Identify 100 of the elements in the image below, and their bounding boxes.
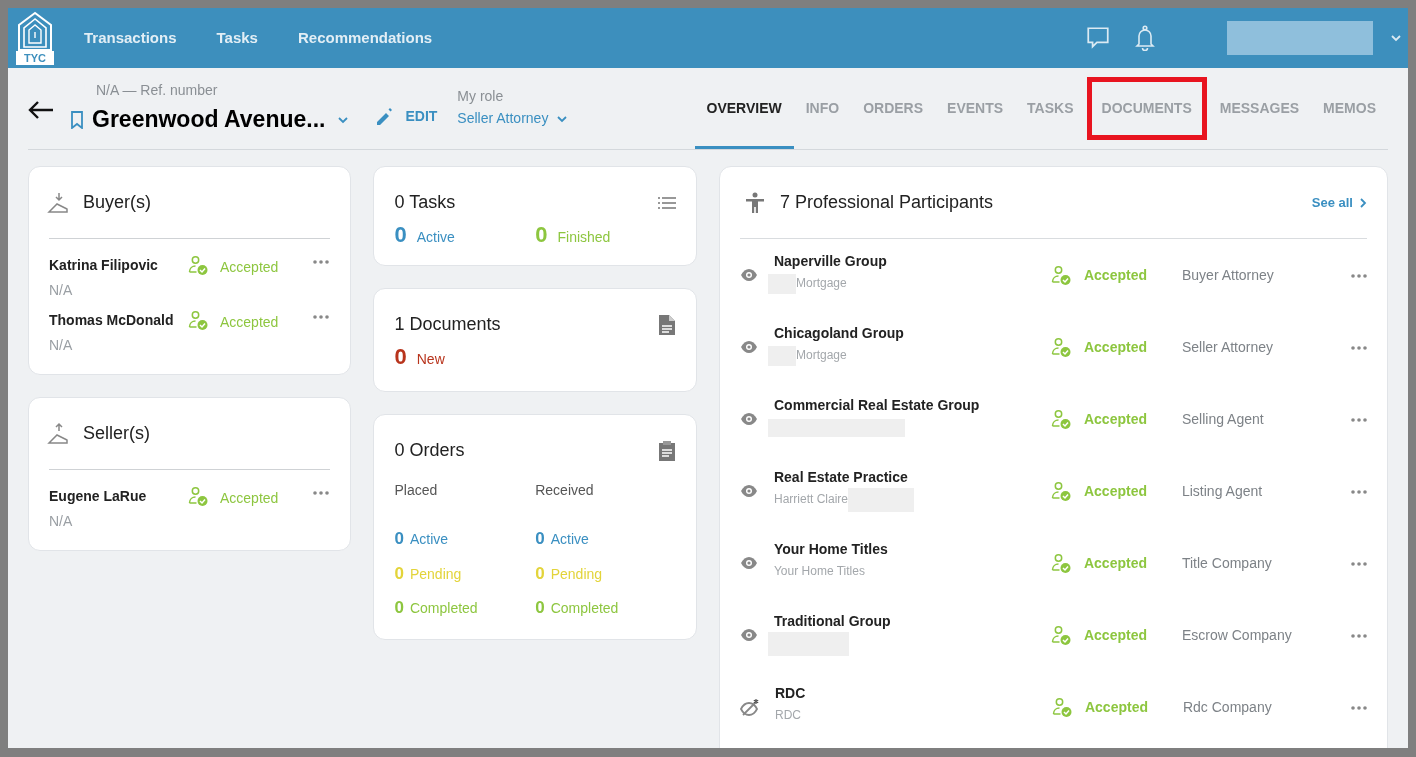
status-text: Accepted [1083,409,1147,429]
status-text: Accepted [1083,553,1147,573]
logo-text: TYC [16,51,54,65]
notification-bell-icon[interactable] [1133,25,1157,51]
more-options-icon[interactable] [1351,706,1367,710]
document-icon [657,313,676,336]
hanger-arrow-up-icon [47,421,71,446]
more-options-icon[interactable] [313,260,330,264]
stat-count: 0 [394,562,404,585]
person-check-icon [1049,624,1072,646]
tab[interactable]: EVENTS [935,68,1016,149]
eye-icon[interactable] [739,482,758,500]
more-options-icon[interactable] [1351,274,1367,278]
participant-role: Listing Agent [1181,481,1264,501]
eye-icon[interactable] [739,626,758,644]
status-text: Accepted [1083,625,1147,645]
logo[interactable]: TYC [16,11,54,65]
participant-subtitle: Your Home Titles [773,563,865,580]
card-title: 1 Documents [394,313,501,336]
stat-count: 0 [535,597,545,619]
chat-icon[interactable] [1085,25,1111,51]
more-options-icon[interactable] [1351,490,1367,494]
eye-icon[interactable] [739,338,758,356]
eye-icon[interactable] [739,266,758,284]
stat-label: New [416,350,445,369]
card-title: Seller(s) [83,422,150,445]
more-options-icon[interactable] [313,491,330,495]
participant-name: Naperville Group [773,252,888,271]
tab[interactable]: INFO [793,68,852,149]
stat-label: Finished [557,228,611,247]
participant-role: Escrow Company [1181,625,1293,645]
participant-name: Chicagoland Group [773,324,905,343]
card-title: 7 Professional Participants [779,191,994,214]
nav-link[interactable]: Tasks [216,26,258,50]
column-heading: Placed [394,481,439,500]
bookmark-icon[interactable] [70,110,84,129]
eye-icon[interactable] [739,410,758,428]
stat-count: 0 [394,528,404,550]
person-name: Eugene LaRue [49,487,148,506]
back-arrow-icon[interactable] [28,99,54,120]
participant-name: Real Estate Practice [773,468,909,487]
role-dropdown[interactable]: Seller Attorney [457,108,549,129]
clipboard-icon [657,439,676,462]
stat-count: 0 [535,528,545,550]
stat-count: 0 [535,221,548,249]
participant-name: Your Home Titles [773,540,889,559]
card-title: Buyer(s) [83,191,151,214]
participant-subtitle: Mortgage [795,275,847,292]
person-check-icon [1049,408,1072,430]
person-detail: N/A [49,281,74,300]
participant-role: Selling Agent [1181,409,1265,429]
status-text: Accepted [220,489,279,508]
eye-hidden-icon[interactable] [739,697,759,717]
more-options-icon[interactable] [1351,418,1367,422]
status-text: Accepted [1083,265,1147,285]
more-options-icon[interactable] [1351,562,1367,566]
stat-label: Completed [409,599,478,618]
column-heading: Received [535,481,595,500]
more-options-icon[interactable] [1351,346,1367,350]
caret-icon[interactable] [1390,32,1402,44]
stat-label: Active [409,530,449,549]
more-options-icon[interactable] [313,315,330,319]
participant-name: Traditional Group [773,612,892,631]
card-title: 0 Orders [394,439,465,462]
participant-subtitle: Mortgage [795,347,847,364]
participant-role: Seller Attorney [1181,337,1275,357]
stat-label: Active [550,530,589,549]
person-check-icon [187,255,209,276]
person-detail: N/A [49,336,74,355]
person-check-icon [1050,696,1073,718]
reference-number: N/A — Ref. number [96,81,219,101]
person-name: Katrina Filipovic [49,256,159,275]
edit-button[interactable]: EDIT [405,106,438,127]
tab[interactable]: DOCUMENTS [1089,80,1204,137]
participant-role: Rdc Company [1182,697,1273,717]
tab[interactable]: MEMOS [1311,68,1388,149]
stat-count: 0 [394,343,407,371]
tab[interactable]: TASKS [1015,68,1086,149]
nav-link[interactable]: Transactions [84,26,177,50]
stat-label: Active [416,228,455,247]
stat-label: Completed [550,599,619,618]
person-icon [745,191,764,214]
chevron-right-icon[interactable] [1359,196,1367,209]
house-logo-icon[interactable] [16,11,54,51]
person-check-icon [1049,336,1072,358]
tab[interactable]: MESSAGES [1207,68,1312,149]
participant-role: Buyer Attorney [1181,265,1275,285]
transaction-title: Greenwood Avenue... [92,105,326,135]
nav-link[interactable]: Recommendations [297,26,433,50]
tab[interactable]: ORDERS [851,68,936,149]
status-text: Accepted [220,258,279,277]
more-options-icon[interactable] [1351,634,1367,638]
person-check-icon [1049,480,1072,502]
see-all-link[interactable]: See all [1311,192,1353,213]
tab[interactable]: OVERVIEW [694,68,794,149]
person-check-icon [187,486,209,507]
participant-subtitle: Harriett Claire [773,491,848,508]
person-check-icon [1049,264,1072,286]
stat-count: 0 [394,221,407,249]
eye-icon[interactable] [739,554,758,572]
